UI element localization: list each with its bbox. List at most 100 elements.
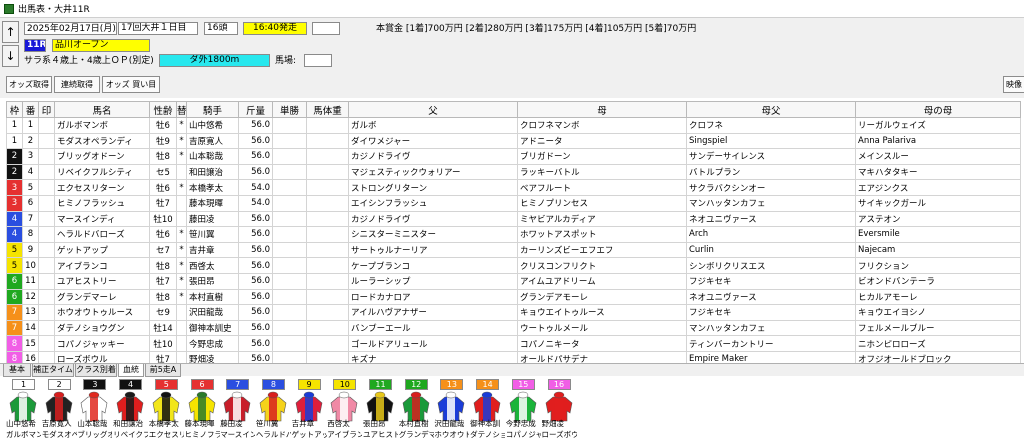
sex-age-cell: 牡8 [149,148,177,165]
body-weight-cell [306,117,349,134]
table-row[interactable]: 1 1 ガルボマンボ 牡6 * 山中悠希 56.0 ガルボ クロフネマンボ クロフネ リーガルウェイ… [6,117,1021,134]
number-cell: 7 [22,210,39,228]
body-weight-cell [306,304,349,321]
second-dam-cell: フリクション [855,257,1021,274]
silk-jockey-name: 山中悠希 [6,419,36,428]
win-odds-cell [272,335,307,352]
waku-cell: 1 [6,117,23,134]
mark-cell[interactable] [38,210,55,228]
body-weight-cell [306,226,349,243]
tab-1[interactable]: 基本 [3,364,31,377]
second-dam-cell: リーガルウェイズ [855,117,1021,134]
mark-cell[interactable] [38,132,55,150]
win-odds-cell [272,319,307,337]
body-weight-cell [306,179,349,196]
mark-cell[interactable] [38,272,55,290]
continuous-fetch-button[interactable]: 連続取得 [54,76,100,93]
dam-cell: アイムユアドリーム [517,272,687,290]
tab-3[interactable]: クラス別着 [75,364,117,377]
table-row[interactable]: 6 11 ユアヒストリー 牡7 * 張田昂 56.0 ルーラーシップ アイムユアドリーム フジキセ… [6,272,1021,290]
course-field: ダ外1800m [159,54,270,67]
broodmare-sire-cell: フジキセキ [686,272,856,290]
next-race-arrow-icon[interactable]: ↓ [2,45,19,67]
silk-horse-name: ゲットアッ [291,430,327,439]
waku-cell: 4 [6,226,23,243]
column-header[interactable]: 単勝 [272,101,307,118]
column-header[interactable]: 母 [517,101,687,118]
mark-cell[interactable] [38,335,55,352]
mark-cell[interactable] [38,319,55,337]
tab-5[interactable]: 前5走A [145,364,181,377]
silk-horse-name: ヘラルドバ [255,430,291,439]
mark-cell[interactable] [38,179,55,196]
column-header[interactable]: 母父 [686,101,856,118]
column-header[interactable]: 枠 [6,101,23,118]
silk-number: 6 [190,379,214,390]
silk-horse-name: リベイクフ [113,430,149,439]
horse-name-cell: アイブランコ [54,257,150,274]
tab-4[interactable]: 血統 [118,364,144,377]
column-header[interactable]: 性齢 [149,101,177,118]
mark-cell[interactable] [38,304,55,321]
blank-field[interactable] [312,22,340,35]
silk-horse-name: ヒミノフラ [184,430,220,439]
mark-cell[interactable] [38,148,55,165]
silk-jockey-name: 藤田凌 [220,419,243,428]
column-header[interactable]: 馬体重 [306,101,349,118]
mark-cell[interactable] [38,226,55,243]
column-header[interactable]: 印 [38,101,55,118]
second-dam-cell: アステオン [855,210,1021,228]
column-header[interactable]: 騎手 [186,101,239,118]
mark-cell[interactable] [38,194,55,212]
broodmare-sire-cell: サンデーサイレンス [686,148,856,165]
silk-horse-name: マースイン [220,430,256,439]
horse-name-cell: コパノジャッキー [54,335,150,352]
table-row[interactable]: 5 10 アイブランコ 牡8 * 西啓太 56.0 ケープブランコ クリスコンフリクト シンボリク… [6,257,1021,274]
tab-2[interactable]: 補正タイム [32,364,74,377]
win-odds-cell [272,226,307,243]
number-cell: 14 [22,319,39,337]
dam-cell: クロフネマンボ [517,117,687,134]
mark-cell[interactable] [38,241,55,259]
video-button[interactable]: 映像 [1003,76,1024,93]
mark-cell[interactable] [38,288,55,306]
mark-cell[interactable] [38,163,55,181]
table-row[interactable]: 2 3 ブリッグオドーン 牡8 * 山本聡哉 56.0 カジノドライヴ ブリガドーン サンデーサイ… [6,148,1021,165]
table-row[interactable]: 5 9 ゲットアップ セ7 * 吉井章 56.0 サートゥルナーリア カーリンズビーエフエフ Cu… [6,241,1021,259]
table-row[interactable]: 4 8 ヘラルドバローズ 牡6 * 笹川翼 56.0 シニスターミニスター ホワットアスポット A… [6,226,1021,243]
win-odds-cell [272,257,307,274]
horse-name-cell: ゲットアップ [54,241,150,259]
body-weight-cell [306,132,349,150]
silk-jockey-name: 張田昂 [363,419,386,428]
win-odds-cell [272,194,307,212]
table-row[interactable]: 7 13 ホウオウトゥルース セ9 沢田龍哉 56.0 アイルハヴアナザー キョウエイトゥルー… [6,304,1021,321]
table-row[interactable]: 7 14 ダテノショウグン 牡14 御神本訓史 56.0 バンブーエール ウートゥルメール マン… [6,319,1021,337]
column-header[interactable]: 斤量 [238,101,273,118]
column-header[interactable]: 馬名 [54,101,150,118]
silk-number: 16 [547,379,571,390]
table-row[interactable]: 1 2 モダスオペランディ 牡9 * 吉原寛人 56.0 ダイワメジャー アドニータ Singsp… [6,132,1021,150]
table-row[interactable]: 3 5 エクセスリターン 牡6 * 本橋孝太 54.0 ストロングリターン ベアフルート サクラバ… [6,179,1021,196]
dam-cell: アドニータ [517,132,687,150]
odds-fetch-button[interactable]: オッズ取得 [6,76,52,93]
table-row[interactable]: 4 7 マースインディ 牡10 藤田凌 56.0 カジノドライヴ ミヤビアルカディア ネオユニヴ… [6,210,1021,228]
table-row[interactable]: 6 12 グランデマーレ 牡8 * 本村直樹 56.0 ロードカナロア グランデアモーレ ネオユニ… [6,288,1021,306]
table-row[interactable]: 8 15 コパノジャッキー 牡10 今野忠成 56.0 ゴールドアリュール コパノニキータ ティ… [6,335,1021,352]
mark-cell[interactable] [38,257,55,274]
prev-race-arrow-icon[interactable]: ↑ [2,21,19,43]
table-row[interactable]: 2 4 リベイクフルシティ セ5 和田譲治 56.0 マジェスティックウォリアー ラッキーバト… [6,163,1021,181]
odds-bet-button[interactable]: オッズ 買い目 [102,76,160,93]
sire-cell: バンブーエール [348,319,518,337]
table-row[interactable]: 3 6 ヒミノフラッシュ 牡7 藤本現暉 54.0 エイシンフラッシュ ヒミノプリンセス マンハ… [6,194,1021,212]
silk-horse-name: ブリッグオ [77,430,113,439]
column-header[interactable]: 母の母 [855,101,1021,118]
column-header[interactable]: 替 [176,101,187,118]
dam-cell: ホワットアスポット [517,226,687,243]
column-header[interactable]: 父 [348,101,518,118]
mark-cell[interactable] [38,117,55,134]
sex-age-cell: 牡7 [149,194,177,212]
track-field[interactable] [304,54,332,67]
runners-field: 16頭 [204,22,238,35]
weight-cell: 56.0 [238,226,273,243]
column-header[interactable]: 番 [22,101,39,118]
